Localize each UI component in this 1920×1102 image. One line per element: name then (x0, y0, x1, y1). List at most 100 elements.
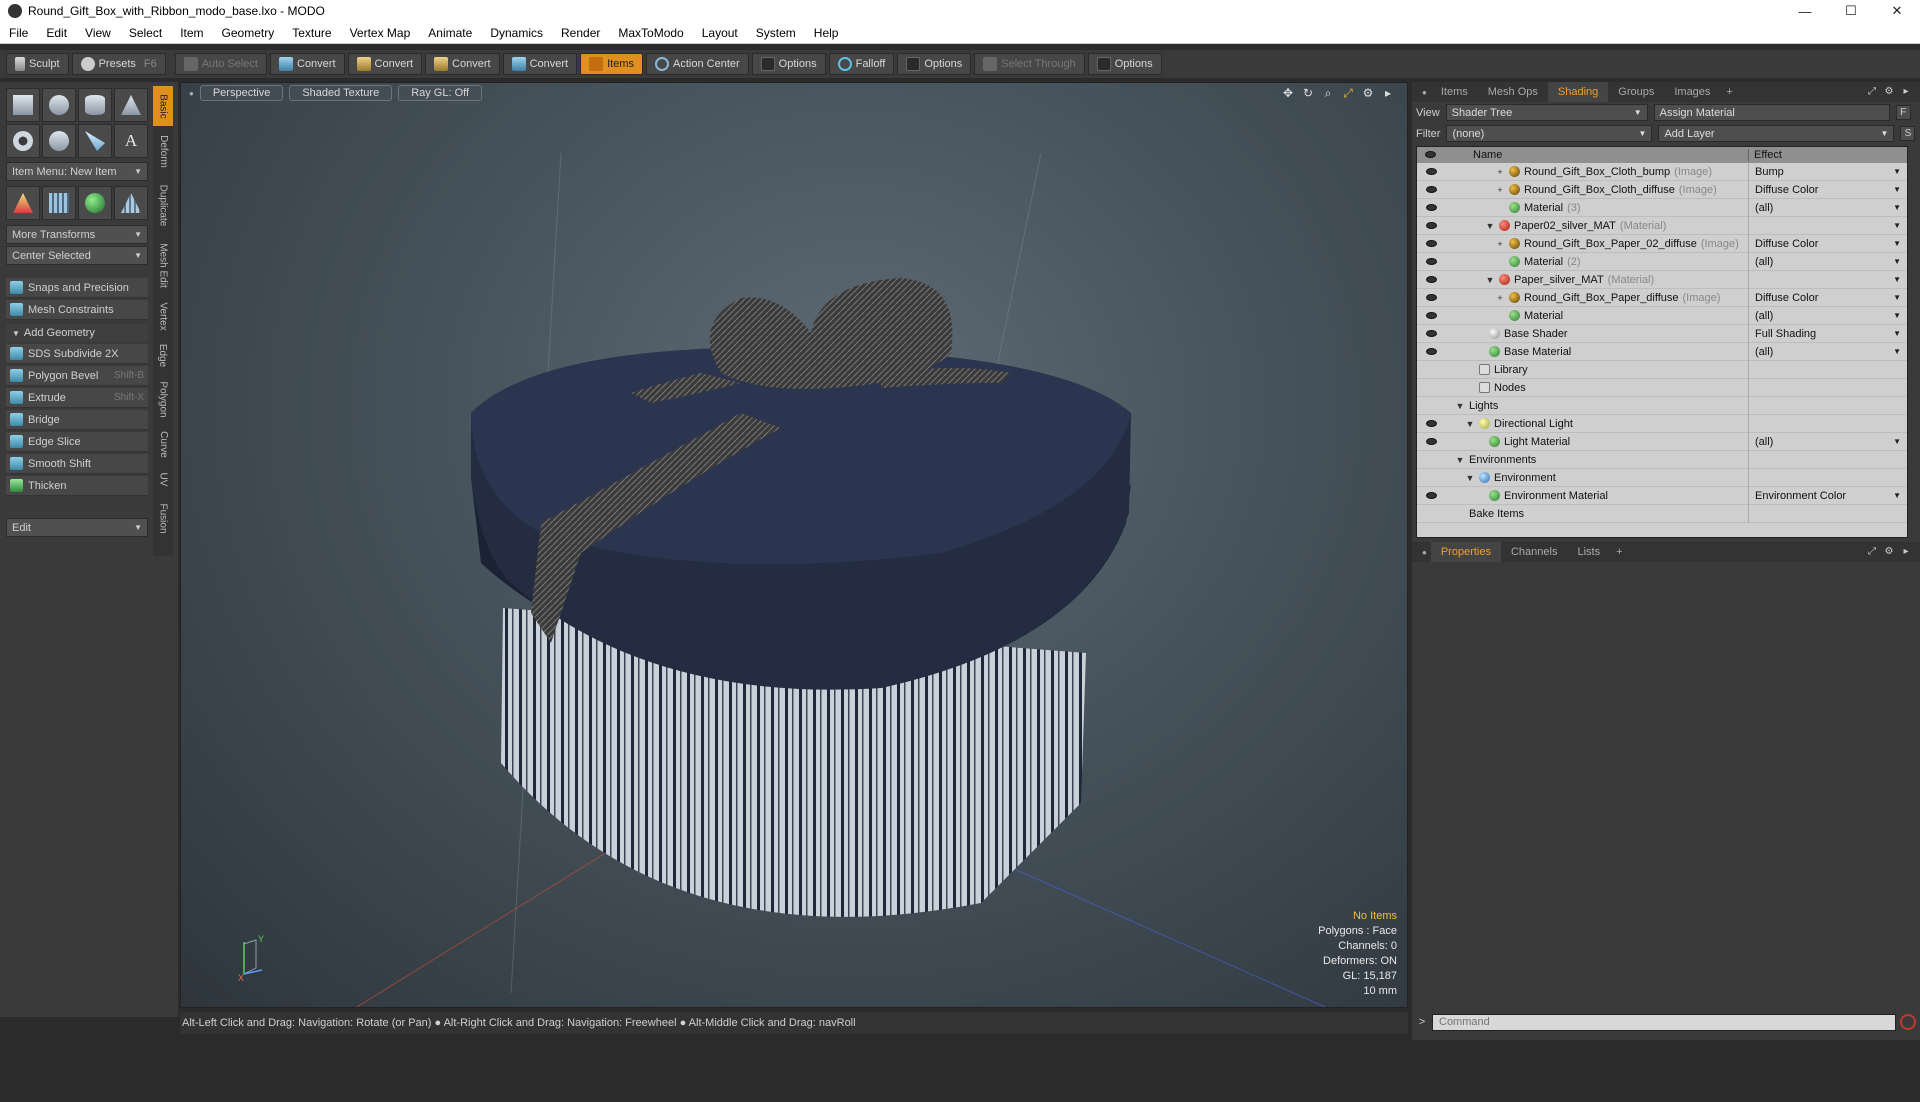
visibility-toggle[interactable] (1417, 271, 1445, 289)
polygon-bevel-button[interactable]: Polygon Bevel Shift-B (6, 366, 148, 386)
visibility-toggle[interactable] (1417, 505, 1445, 523)
fit-icon[interactable]: ⤢ (1341, 86, 1355, 100)
mesh-constraints-button[interactable]: Mesh Constraints (6, 300, 148, 320)
visibility-toggle[interactable] (1417, 379, 1445, 397)
menu-maxtomodo[interactable]: MaxToModo (609, 26, 692, 40)
tab-images[interactable]: Images (1664, 82, 1720, 102)
tree-row[interactable]: Material (3) (all) ▼ (1417, 198, 1907, 217)
options-button-1[interactable]: Options (751, 53, 826, 75)
expand-icon[interactable]: ⤢ (1866, 85, 1878, 97)
tree-row[interactable]: Library (1417, 360, 1907, 379)
menu-file[interactable]: File (0, 26, 37, 40)
add-tab-icon[interactable]: + (1720, 86, 1738, 98)
menu-vertex-map[interactable]: Vertex Map (341, 26, 420, 40)
close-button[interactable]: ✕ (1874, 0, 1920, 22)
pan-icon[interactable]: ✥ (1281, 86, 1295, 100)
expand-toggle-icon[interactable]: ▼ (1485, 221, 1495, 231)
convert-materials-button[interactable]: Convert (502, 53, 578, 75)
capsule-tool[interactable] (42, 124, 76, 158)
convert-polygons-button[interactable]: Convert (425, 53, 500, 75)
effect-cell[interactable]: (all) ▼ (1748, 198, 1907, 217)
select-through-button[interactable]: Select Through (974, 53, 1085, 75)
effect-cell[interactable]: Environment Color ▼ (1748, 486, 1907, 505)
f-button[interactable]: F (1895, 105, 1911, 120)
visibility-toggle[interactable] (1417, 397, 1445, 415)
edit-dropdown[interactable]: Edit ▼ (6, 518, 148, 537)
tab-groups[interactable]: Groups (1608, 82, 1664, 102)
panel-menu-dot[interactable]: ● (1422, 548, 1427, 557)
pen-tool[interactable] (78, 124, 112, 158)
more-transforms-dropdown[interactable]: More Transforms ▼ (6, 225, 148, 244)
menu-texture[interactable]: Texture (283, 26, 340, 40)
tab-polygon[interactable]: Polygon (153, 374, 173, 424)
effect-cell[interactable]: ▼ (1748, 270, 1907, 289)
visibility-toggle[interactable] (1417, 289, 1445, 307)
tab-duplicate[interactable]: Duplicate (153, 176, 173, 234)
convert-edges-button[interactable]: Convert (347, 53, 423, 75)
center-selected-dropdown[interactable]: Center Selected ▼ (6, 246, 148, 265)
tree-row[interactable]: Base Material (all) ▼ (1417, 342, 1907, 361)
effect-cell[interactable]: Bump ▼ (1748, 162, 1907, 181)
add-tab-icon[interactable]: + (1610, 546, 1628, 558)
options-button-3[interactable]: Options (1087, 53, 1162, 75)
thicken-button[interactable]: Thicken (6, 476, 148, 496)
effect-cell[interactable]: ▼ (1748, 216, 1907, 235)
grid-tool[interactable] (42, 186, 76, 220)
item-menu-dropdown[interactable]: Item Menu: New Item ▼ (6, 162, 148, 181)
visibility-toggle[interactable] (1417, 361, 1445, 379)
menu-render[interactable]: Render (552, 26, 609, 40)
tab-fusion[interactable]: Fusion (153, 496, 173, 540)
tree-row[interactable]: Environment Material Environment Color ▼ (1417, 486, 1907, 505)
sculpt-button[interactable]: Sculpt (6, 53, 69, 75)
cube-tool[interactable] (6, 88, 40, 122)
maximize-button[interactable]: ☐ (1828, 0, 1874, 22)
visibility-toggle[interactable] (1417, 415, 1445, 433)
tab-channels[interactable]: Channels (1501, 542, 1567, 562)
shading-mode-button[interactable]: Shaded Texture (289, 85, 393, 101)
effect-cell[interactable]: (all) ▼ (1748, 252, 1907, 271)
command-input[interactable] (1432, 1013, 1896, 1031)
tab-mesh-ops[interactable]: Mesh Ops (1478, 82, 1548, 102)
effect-cell[interactable]: (all) ▼ (1748, 432, 1907, 451)
view-dropdown[interactable]: Shader Tree ▼ (1445, 104, 1648, 121)
panel-arrow-icon[interactable]: ▸ (1900, 545, 1912, 557)
menu-select[interactable]: Select (120, 26, 171, 40)
tree-row[interactable]: + Round_Gift_Box_Cloth_diffuse (Image) Diff… (1417, 180, 1907, 199)
tab-lists[interactable]: Lists (1567, 542, 1610, 562)
tree-row[interactable]: Material (all) ▼ (1417, 306, 1907, 325)
view-type-button[interactable]: Perspective (199, 85, 284, 101)
presets-button[interactable]: Presets F6 (71, 53, 166, 75)
items-mode-button[interactable]: Items (580, 53, 644, 75)
tree-row[interactable]: + Round_Gift_Box_Cloth_bump (Image) Bump ▼ (1417, 162, 1907, 181)
torus-tool[interactable] (6, 124, 40, 158)
expand-toggle-icon[interactable]: ▼ (1465, 419, 1475, 429)
add-layer-dropdown[interactable]: Add Layer ▼ (1658, 125, 1895, 142)
visibility-toggle[interactable] (1417, 343, 1445, 361)
sphere-tool[interactable] (42, 88, 76, 122)
filter-dropdown[interactable]: (none) ▼ (1446, 125, 1653, 142)
panel-menu-dot[interactable]: ● (1422, 88, 1427, 97)
tree-row[interactable]: Base Shader Full Shading ▼ (1417, 324, 1907, 343)
menu-view[interactable]: View (76, 26, 120, 40)
viewport-menu-dot[interactable]: ● (189, 89, 194, 98)
expand-toggle-icon[interactable]: ▼ (1485, 275, 1495, 285)
tree-row[interactable]: ▼ Paper_silver_MAT (Material) ▼ (1417, 270, 1907, 289)
visibility-toggle[interactable] (1417, 325, 1445, 343)
visibility-toggle[interactable] (1417, 199, 1445, 217)
tree-row[interactable]: ▼ Paper02_silver_MAT (Material) ▼ (1417, 216, 1907, 235)
visibility-toggle[interactable] (1417, 217, 1445, 235)
tab-items[interactable]: Items (1431, 82, 1478, 102)
panel-arrow-icon[interactable]: ▸ (1900, 85, 1912, 97)
visibility-toggle[interactable] (1417, 433, 1445, 451)
expand-toggle-icon[interactable]: + (1495, 293, 1505, 303)
menu-item[interactable]: Item (171, 26, 212, 40)
sds-subdivide-button[interactable]: SDS Subdivide 2X (6, 344, 148, 364)
visibility-toggle[interactable] (1417, 451, 1445, 469)
edge-slice-button[interactable]: Edge Slice (6, 432, 148, 452)
assign-material-button[interactable]: Assign Material (1653, 104, 1890, 121)
visibility-toggle[interactable] (1417, 181, 1445, 199)
menu-geometry[interactable]: Geometry (213, 26, 284, 40)
settings-icon[interactable]: ⚙ (1361, 86, 1375, 100)
raygl-button[interactable]: Ray GL: Off (398, 85, 483, 101)
expand-toggle-icon[interactable]: ▼ (1455, 455, 1465, 465)
